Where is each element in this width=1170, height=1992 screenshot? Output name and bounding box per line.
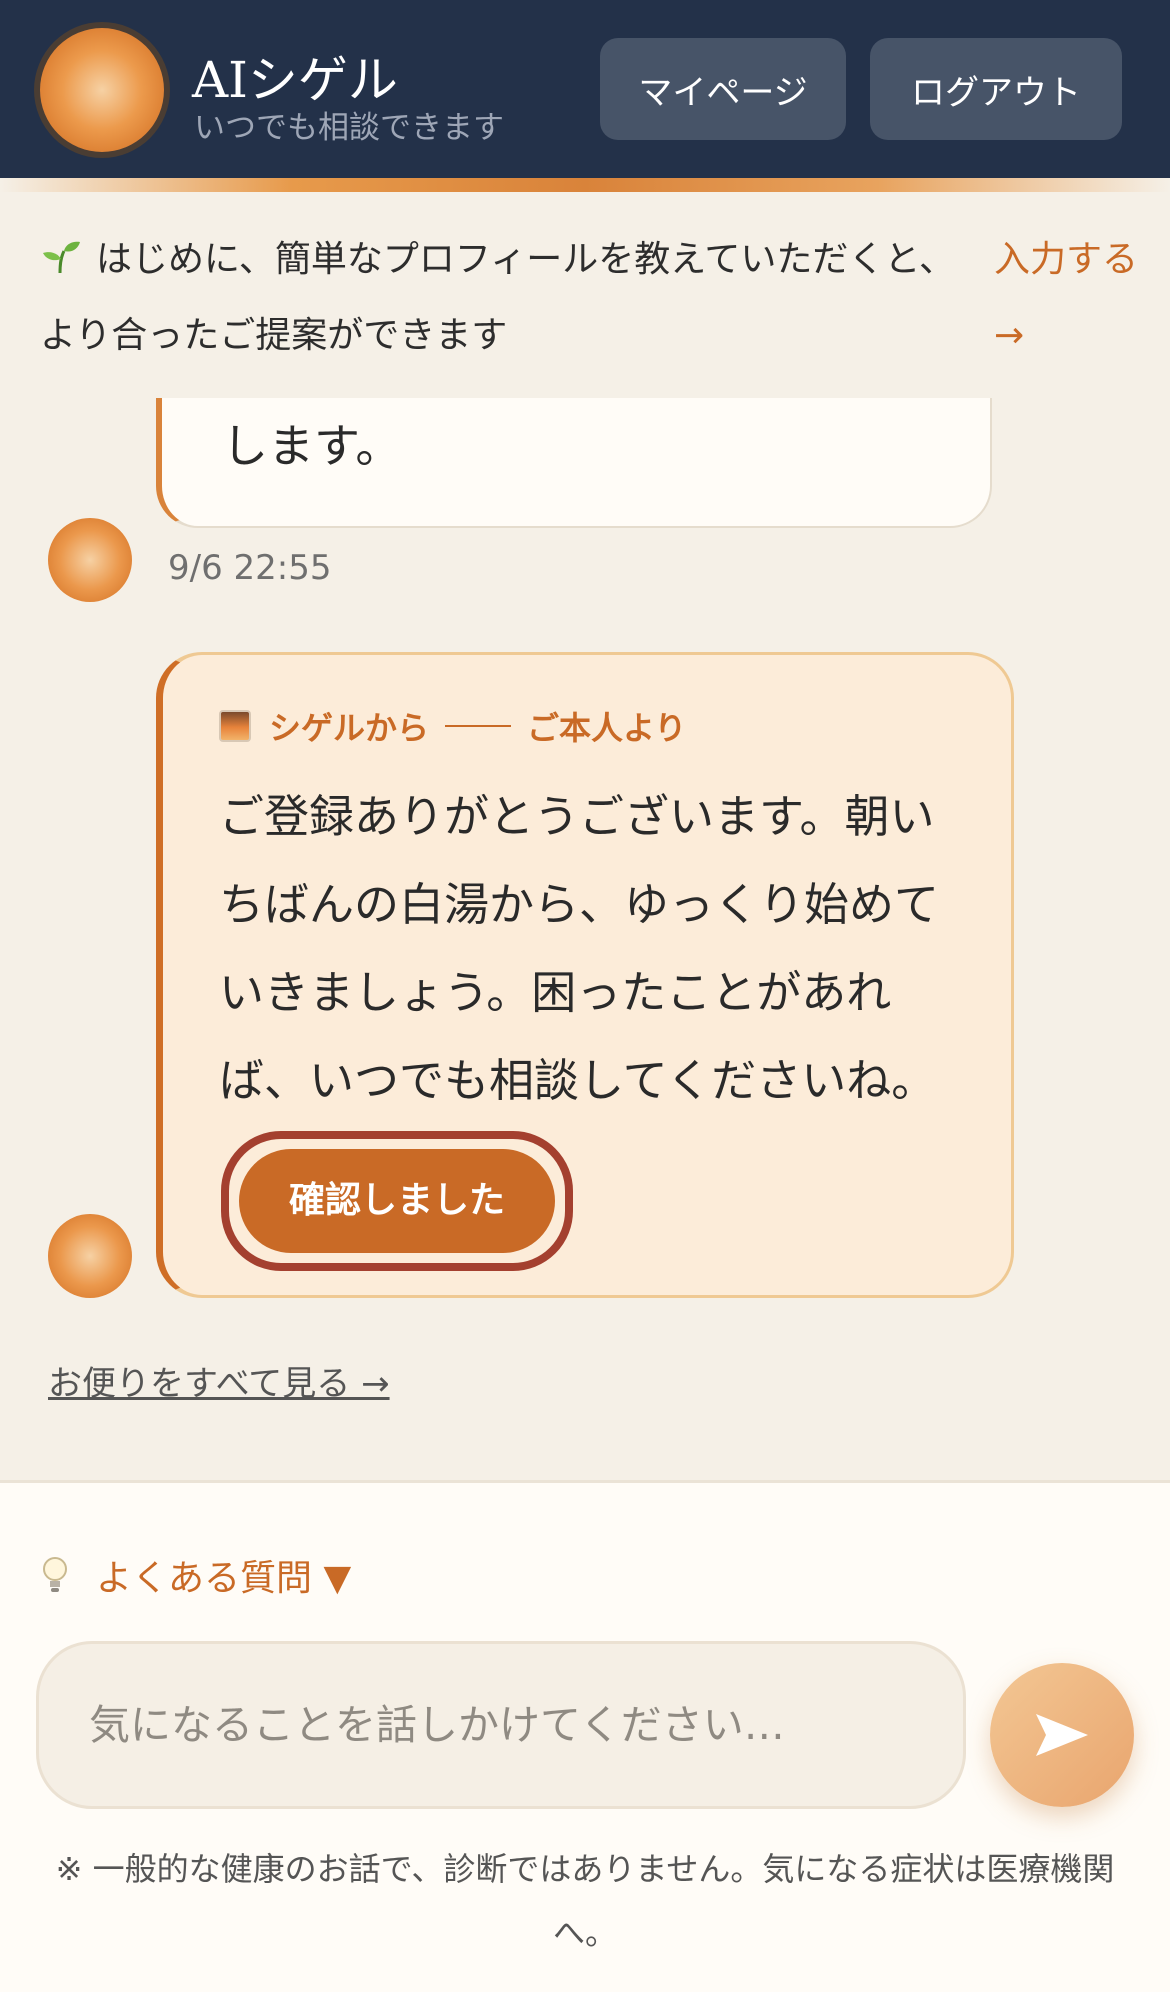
lightbulb-icon — [43, 1557, 67, 1592]
disclaimer-text: ※ 一般的な健康のお話で、診断ではありません。気になる症状は医療機関へ。 — [55, 1850, 1115, 1952]
sprout-icon — [43, 241, 80, 274]
logout-button[interactable]: ログアウト — [870, 38, 1122, 140]
assistant-avatar — [48, 1214, 132, 1298]
header-glow-divider — [0, 178, 1170, 192]
profile-input-link[interactable]: 入力する → — [994, 222, 1144, 374]
letter-from-label: シゲルから — [269, 709, 430, 747]
faq-toggle[interactable]: よくある質問 ▼ — [40, 1549, 351, 1601]
send-button[interactable] — [990, 1663, 1134, 1807]
letter-body-text: ご登録ありがとうございます。朝いちばんの白湯から、ゆっくり始めていきましょう。困… — [219, 790, 940, 1107]
all-letters-link[interactable]: お便りをすべて見る → — [48, 1356, 390, 1405]
app-header: AIシゲル いつでも相談できます マイページ ログアウト — [0, 0, 1170, 180]
letter-card: シゲルから ご本人より ご登録ありがとうございます。朝いちばんの白湯から、ゆっく… — [156, 652, 1014, 1298]
letter-header-divider — [445, 725, 512, 727]
message-timestamp: 9/6 22:55 — [168, 548, 332, 588]
faq-label: よくある質問 ▼ — [96, 1558, 352, 1599]
message-input[interactable] — [36, 1641, 966, 1809]
app-logo — [40, 28, 164, 152]
letter-card-header: シゲルから ご本人より — [219, 703, 686, 749]
mypage-button[interactable]: マイページ — [600, 38, 846, 140]
previous-message-text: します。 — [222, 419, 402, 473]
confirm-button-highlight: 確認しました — [221, 1131, 574, 1271]
profile-prompt: はじめに、簡単なプロフィールを教えていただくと、より合ったご提案ができます — [40, 222, 960, 374]
confirm-button[interactable]: 確認しました — [239, 1149, 556, 1253]
sunrise-icon — [219, 710, 251, 742]
composer-panel: よくある質問 ▼ ※ 一般的な健康のお話で、診断ではありません。気になる症状は医… — [0, 1480, 1170, 1992]
letter-body: ご登録ありがとうございます。朝いちばんの白湯から、ゆっくり始めていきましょう。困… — [219, 773, 979, 1271]
assistant-avatar — [48, 518, 132, 602]
send-icon — [1036, 1714, 1088, 1756]
previous-message-bubble: します。 — [156, 398, 992, 528]
letter-source-label: ご本人より — [527, 709, 687, 747]
app-subtitle: いつでも相談できます — [194, 110, 504, 146]
profile-prompt-text: はじめに、簡単なプロフィールを教えていただくと、より合ったご提案ができます — [40, 239, 955, 356]
